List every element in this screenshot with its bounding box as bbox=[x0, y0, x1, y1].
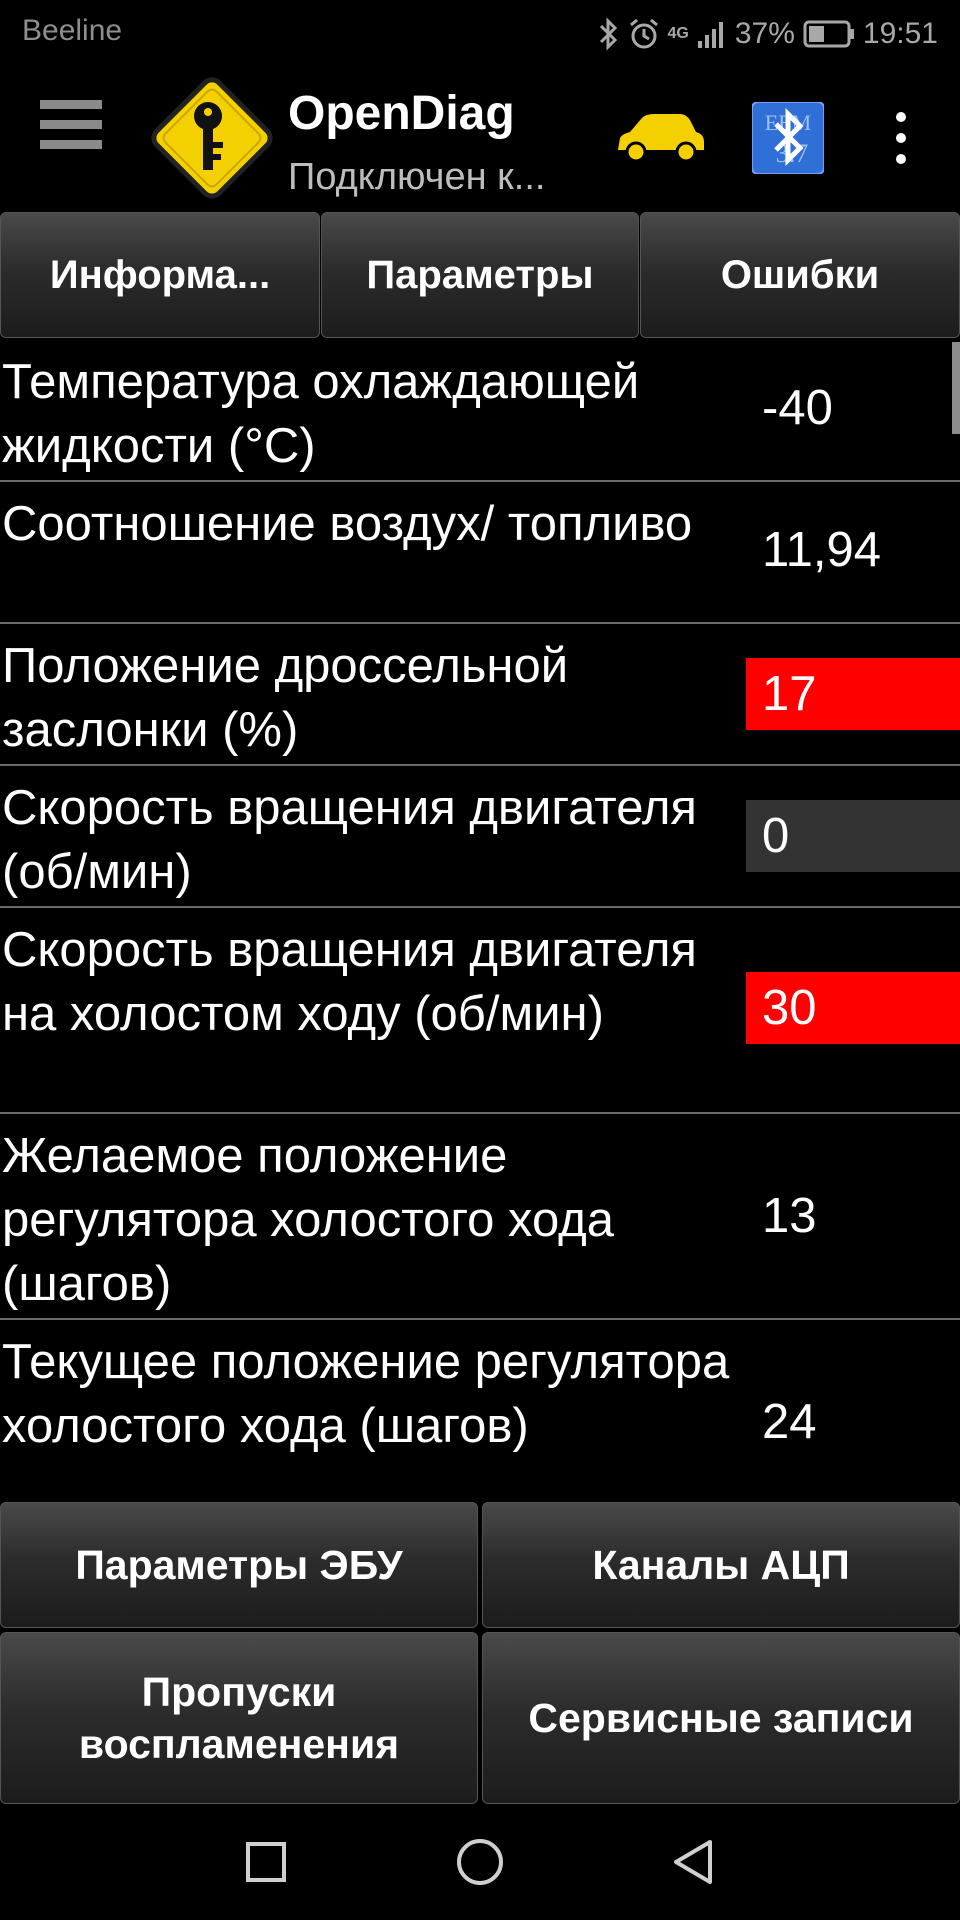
service-records-button[interactable]: Сервисные записи bbox=[482, 1632, 960, 1804]
param-label: Текущее положение регулятора холостого х… bbox=[2, 1335, 730, 1453]
param-value: 17 bbox=[746, 658, 960, 730]
param-row[interactable]: Желаемое положение регулятора холостого … bbox=[0, 1114, 960, 1320]
param-value: 30 bbox=[746, 972, 960, 1044]
battery-percent: 37% bbox=[734, 17, 795, 50]
alarm-icon bbox=[629, 18, 658, 49]
param-value: 11,94 bbox=[762, 523, 881, 577]
status-icons: 4G 37% 19:51 bbox=[598, 14, 938, 54]
misfires-button[interactable]: Пропуски воспламенения bbox=[0, 1632, 478, 1804]
parameter-list[interactable]: Температура охлаждающей жидкости (°C) -4… bbox=[0, 340, 960, 1500]
tab-errors[interactable]: Ошибки bbox=[640, 212, 960, 338]
back-triangle-icon[interactable] bbox=[662, 1830, 726, 1894]
carrier-name: Beeline bbox=[22, 14, 123, 47]
param-row[interactable]: Текущее положение регулятора холостого х… bbox=[0, 1320, 960, 1500]
menu-icon[interactable] bbox=[40, 100, 110, 170]
clock: 19:51 bbox=[862, 17, 938, 50]
ecu-parameters-button[interactable]: Параметры ЭБУ bbox=[0, 1502, 478, 1628]
car-icon[interactable] bbox=[614, 110, 708, 168]
more-vert-icon[interactable] bbox=[880, 112, 922, 172]
param-label: Температура охлаждающей жидкости (°C) bbox=[2, 355, 640, 473]
status-bar: Beeline 4G 37% 19:51 bbox=[0, 0, 960, 66]
param-label: Положение дроссельной заслонки (%) bbox=[2, 639, 569, 757]
network-type: 4G bbox=[667, 25, 689, 42]
param-row[interactable]: Соотношение воздух/ топливо 11,94 bbox=[0, 482, 960, 624]
app-logo-key-icon bbox=[151, 77, 273, 199]
param-value: 24 bbox=[762, 1395, 817, 1449]
param-row[interactable]: Скорость вращения двигателя (об/мин) 0 bbox=[0, 766, 960, 908]
tab-info[interactable]: Информа... bbox=[0, 212, 320, 338]
connection-status: Подключен к... bbox=[288, 156, 546, 198]
system-nav-bar bbox=[0, 1800, 960, 1920]
param-label: Желаемое положение регулятора холостого … bbox=[2, 1129, 614, 1311]
app-bar: OpenDiag Подключен к... ЕЕМ 3.7 bbox=[0, 66, 960, 210]
param-value: -40 bbox=[762, 381, 833, 435]
param-label: Соотношение воздух/ топливо bbox=[2, 497, 693, 551]
list-scrollbar[interactable] bbox=[952, 342, 960, 434]
battery-icon bbox=[803, 20, 854, 48]
bluetooth-icon bbox=[599, 17, 617, 51]
param-value: 13 bbox=[762, 1189, 817, 1243]
home-circle-icon[interactable] bbox=[448, 1830, 512, 1894]
adc-channels-button[interactable]: Каналы АЦП bbox=[482, 1502, 960, 1628]
param-row[interactable]: Скорость вращения двигателя на холостом … bbox=[0, 908, 960, 1114]
recents-square-icon[interactable] bbox=[234, 1830, 298, 1894]
app-title: OpenDiag bbox=[288, 87, 515, 140]
tab-parameters[interactable]: Параметры bbox=[321, 212, 639, 338]
param-label: Скорость вращения двигателя (об/мин) bbox=[2, 781, 697, 899]
bluetooth-ecu-icon[interactable]: ЕЕМ 3.7 bbox=[752, 102, 824, 174]
param-row[interactable]: Температура охлаждающей жидкости (°C) -4… bbox=[0, 340, 960, 482]
tab-bar: Информа... Параметры Ошибки bbox=[0, 212, 960, 340]
signal-icon bbox=[697, 22, 723, 48]
param-label: Скорость вращения двигателя на холостом … bbox=[2, 923, 697, 1041]
param-row[interactable]: Положение дроссельной заслонки (%) 17 bbox=[0, 624, 960, 766]
param-value: 0 bbox=[746, 800, 960, 872]
